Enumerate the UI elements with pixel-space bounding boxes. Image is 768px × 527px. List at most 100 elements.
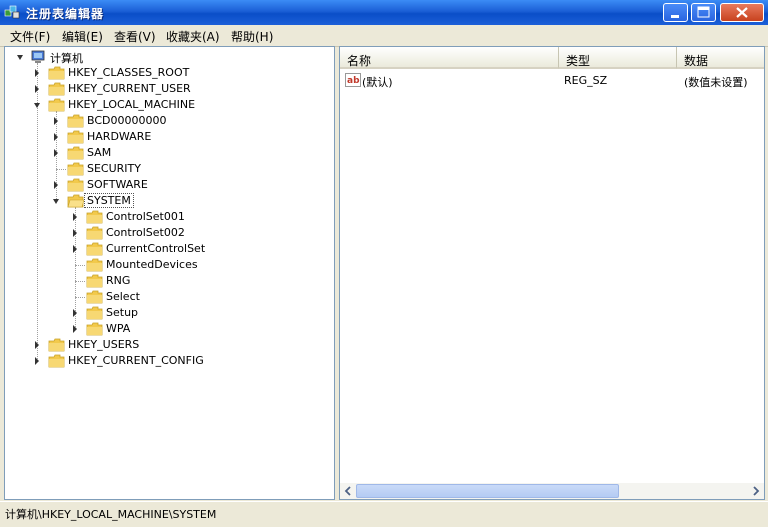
folder-icon [48,82,65,96]
tree-label: HKEY_LOCAL_MACHINE [68,98,196,111]
tree-node-rng[interactable]: RNG [71,273,271,289]
expand-arrow-icon[interactable] [54,149,58,157]
maximize-button[interactable] [691,3,716,22]
tree-node-software[interactable]: SOFTWARE [52,177,252,193]
list-item[interactable]: ab (默认) REG_SZ (数值未设置) [340,71,764,89]
folder-icon [86,258,103,272]
folder-icon [67,130,84,144]
menu-file[interactable]: 文件(F) [10,28,50,45]
tree-node-hkcu[interactable]: HKEY_CURRENT_USER [33,81,233,97]
tree-node-hkcc[interactable]: HKEY_CURRENT_CONFIG [33,353,233,369]
tree-node-setup[interactable]: Setup [71,305,271,321]
svg-text:ab: ab [347,76,360,86]
horizontal-scrollbar[interactable] [340,483,764,499]
tree-label: HARDWARE [87,130,152,143]
tree-label: HKEY_USERS [68,338,140,351]
value-data: (数值未设置) [684,76,748,89]
maximize-icon [697,6,710,18]
tree-node-bcd[interactable]: BCD00000000 [52,113,252,129]
tree-label: HKEY_CLASSES_ROOT [68,66,190,79]
folder-icon [86,274,103,288]
folder-icon [48,66,65,80]
folder-icon [48,354,65,368]
tree-node-hklm[interactable]: HKEY_LOCAL_MACHINE [33,97,233,113]
tree-label: SAM [87,146,112,159]
expand-arrow-icon[interactable] [35,69,39,77]
expand-arrow-icon[interactable] [73,325,77,333]
values-pane[interactable]: 名称 类型 数据 ab (默认) REG_SZ (数值未设置) [339,46,765,500]
tree-label: HKEY_CURRENT_USER [68,82,191,95]
expand-arrow-icon[interactable] [54,117,58,125]
column-header-type[interactable]: 类型 [559,47,677,69]
folder-icon [86,226,103,240]
collapse-arrow-icon[interactable] [53,199,59,204]
scroll-left-icon[interactable] [340,483,356,499]
tree-node-hkcr[interactable]: HKEY_CLASSES_ROOT [33,65,233,81]
column-header-label: 数据 [684,54,709,68]
tree-node-currentcontrolset[interactable]: CurrentControlSet [71,241,271,257]
tree-label: 计算机 [50,52,83,65]
menu-edit[interactable]: 编辑(E) [62,28,103,45]
tree-label: HKEY_CURRENT_CONFIG [68,354,204,367]
expand-arrow-icon[interactable] [35,341,39,349]
tree-label: WPA [106,322,131,335]
close-button[interactable] [720,3,764,22]
expand-arrow-icon[interactable] [35,85,39,93]
folder-icon [67,114,84,128]
tree-label: Select [106,290,140,303]
tree-label: SOFTWARE [87,178,148,191]
tree-node-hku[interactable]: HKEY_USERS [33,337,233,353]
tree-label: ControlSet002 [106,226,185,239]
folder-icon [67,162,84,176]
tree-node-controlset001[interactable]: ControlSet001 [71,209,271,225]
expand-arrow-icon[interactable] [73,213,77,221]
tree-label-selected: SYSTEM [84,193,134,208]
string-value-icon: ab [345,73,361,87]
tree-guide-line [56,169,66,170]
column-header-data[interactable]: 数据 [677,47,764,69]
tree-label: RNG [106,274,131,287]
folder-icon [86,322,103,336]
tree-guide-line [75,281,85,282]
tree-guide-line [75,297,85,298]
expand-arrow-icon[interactable] [54,133,58,141]
folder-icon [86,210,103,224]
collapse-arrow-icon[interactable] [17,55,23,60]
tree-node-select[interactable]: Select [71,289,271,305]
expand-arrow-icon[interactable] [54,181,58,189]
title-bar[interactable]: 注册表编辑器 [0,0,768,25]
tree-node-mounteddevices[interactable]: MountedDevices [71,257,271,273]
tree-node-sam[interactable]: SAM [52,145,252,161]
column-header-name[interactable]: 名称 [340,47,559,69]
tree-node-security[interactable]: SECURITY [52,161,252,177]
tree-node-hardware[interactable]: HARDWARE [52,129,252,145]
folder-icon [48,98,65,112]
folder-icon [86,306,103,320]
folder-icon [67,178,84,192]
folder-icon [86,290,103,304]
folder-icon [86,242,103,256]
menu-favorites[interactable]: 收藏夹(A) [166,28,220,45]
expand-arrow-icon[interactable] [35,357,39,365]
tree-node-computer[interactable]: 计算机 [15,49,135,65]
tree-node-controlset002[interactable]: ControlSet002 [71,225,271,241]
menu-view[interactable]: 查看(V) [114,28,156,45]
value-name: (默认) [362,76,393,89]
close-icon [736,7,748,18]
tree-label: ControlSet001 [106,210,185,223]
minimize-button[interactable] [663,3,688,22]
expand-arrow-icon[interactable] [73,245,77,253]
collapse-arrow-icon[interactable] [34,103,40,108]
tree-node-wpa[interactable]: WPA [71,321,271,337]
tree-pane[interactable]: 计算机 HKEY_CLASSES_ROOT HKEY_CURRENT_USER … [4,46,335,500]
scroll-right-icon[interactable] [748,483,764,499]
window-title: 注册表编辑器 [26,7,105,21]
expand-arrow-icon[interactable] [73,229,77,237]
menu-help[interactable]: 帮助(H) [231,28,273,45]
scroll-thumb[interactable] [356,484,619,498]
computer-icon [31,50,45,63]
status-bar: 计算机\HKEY_LOCAL_MACHINE\SYSTEM [0,501,768,527]
tree-label: SECURITY [87,162,141,175]
expand-arrow-icon[interactable] [73,309,77,317]
tree-node-system[interactable]: SYSTEM [52,193,252,209]
